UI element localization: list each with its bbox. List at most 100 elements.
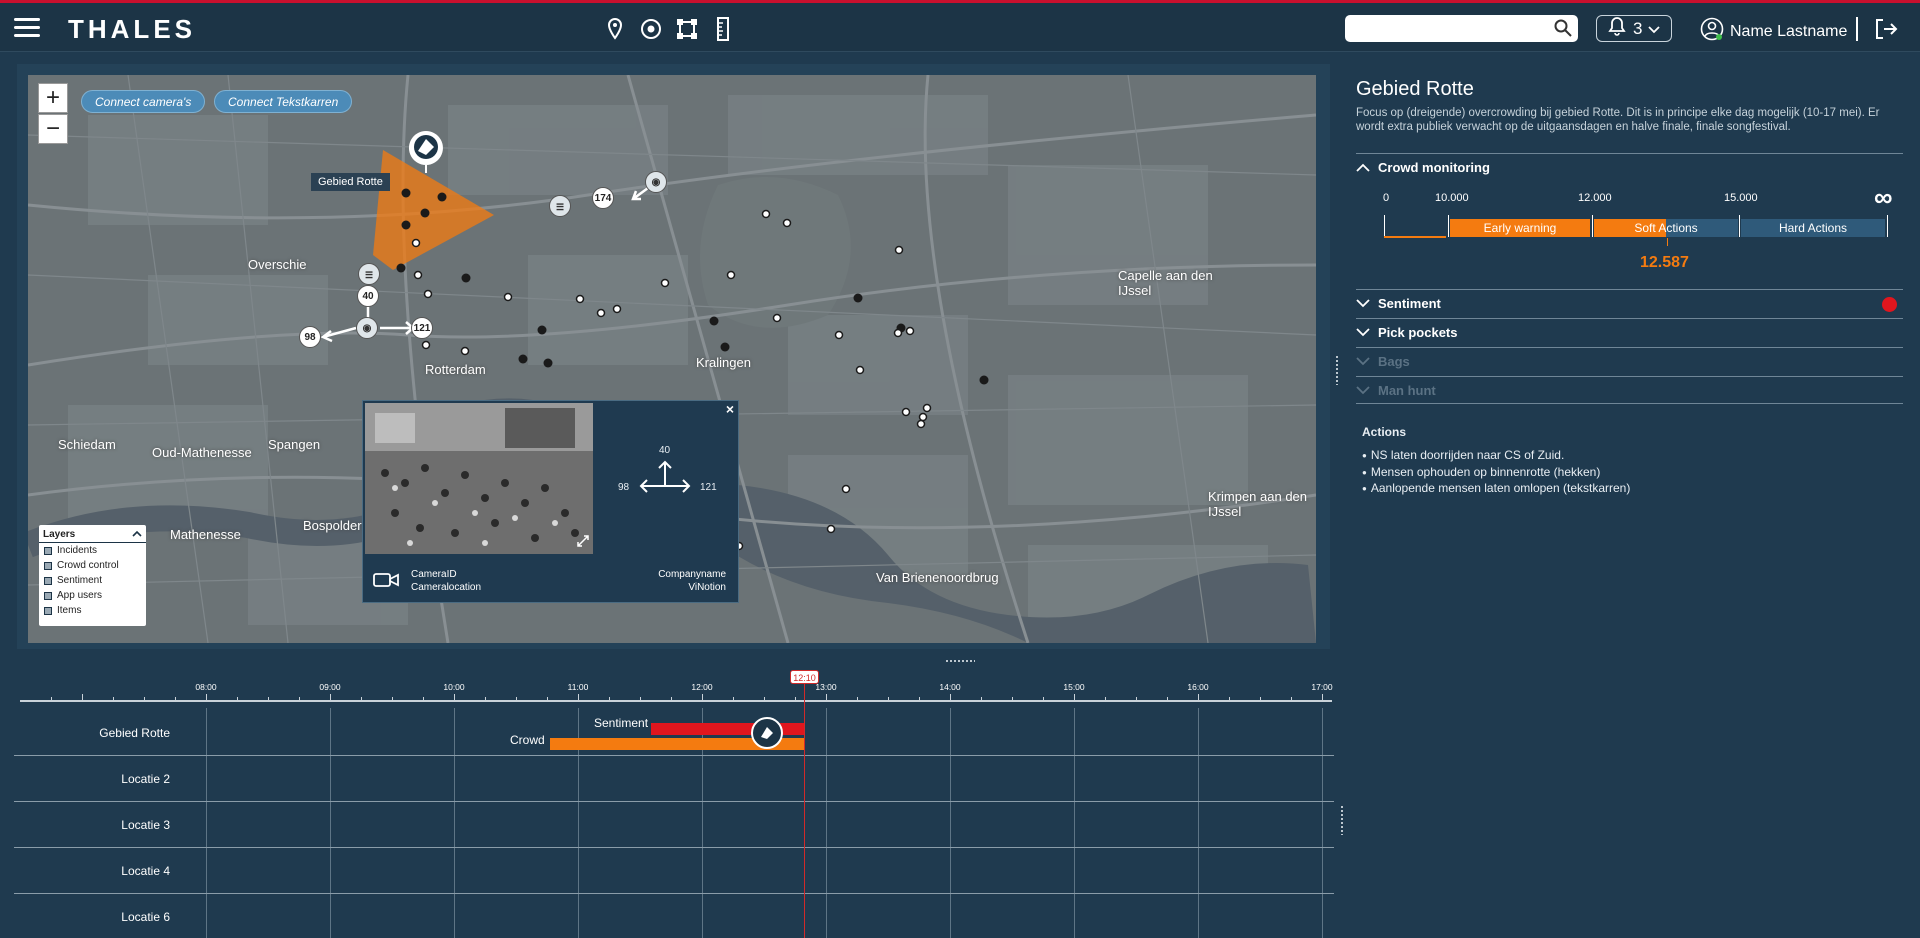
place-label: Kralingen	[696, 355, 751, 370]
section-pick-pockets[interactable]: Pick pockets	[1356, 318, 1903, 346]
user-avatar-icon	[1700, 17, 1724, 46]
section-label: Pick pockets	[1378, 325, 1458, 340]
company: ViNotion	[688, 582, 726, 593]
current-time-label: 12:10	[790, 670, 819, 684]
row-label: Locatie 4	[121, 864, 170, 878]
axis-tick	[268, 697, 269, 702]
place-label: Van Brienenoordbrug	[876, 570, 999, 585]
checkbox[interactable]	[44, 561, 52, 570]
checkbox[interactable]	[44, 546, 52, 555]
search-box	[1345, 15, 1578, 42]
axis-tick	[144, 697, 145, 702]
camera-location: Cameralocation	[411, 582, 482, 593]
section-sentiment[interactable]: Sentiment	[1356, 289, 1903, 317]
current-time-line	[804, 680, 805, 938]
camera-icon[interactable]: ◉	[356, 317, 378, 339]
layer-item-app-users[interactable]: App users	[39, 588, 146, 603]
hour-label: 13:00	[815, 682, 837, 692]
axis-tick	[795, 697, 796, 702]
gauge-segment-early-warning: Early warning	[1450, 219, 1590, 237]
connect-cameras-button[interactable]: Connect camera's	[81, 90, 206, 113]
gauge-tick: 15.000	[1724, 192, 1758, 204]
hour-label: 11:00	[567, 682, 589, 692]
chevron-down-icon	[1356, 357, 1370, 366]
search-icon[interactable]	[1554, 19, 1572, 42]
axis-tick	[578, 694, 579, 702]
camera-icon[interactable]: ◉	[645, 171, 667, 193]
logout-icon[interactable]	[1874, 18, 1898, 45]
checkbox[interactable]	[44, 576, 52, 585]
menu-icon[interactable]	[14, 18, 40, 38]
axis-tick	[206, 694, 207, 702]
target-icon[interactable]	[640, 17, 662, 41]
user-menu[interactable]: Name Lastname	[1700, 17, 1847, 46]
connect-textcarts-button[interactable]: Connect Tekstkarren	[214, 90, 353, 113]
map-toolbar	[604, 17, 734, 41]
gauge-tick: 10.000	[1435, 192, 1469, 204]
map-resize-handle[interactable]	[1335, 355, 1339, 385]
zoom-out-button[interactable]: −	[38, 114, 68, 144]
gauge-tick-line	[1592, 215, 1593, 237]
row-label: Gebied Rotte	[99, 726, 170, 740]
sentiment-status-dot	[1882, 297, 1897, 312]
area-select-icon[interactable]	[676, 17, 698, 41]
axis-tick	[981, 697, 982, 702]
axis-tick	[733, 697, 734, 702]
company-name: Companyname	[658, 569, 726, 580]
layer-item-crowd-control[interactable]: Crowd control	[39, 558, 146, 573]
axis-tick	[702, 694, 703, 702]
axis-tick	[919, 697, 920, 702]
map-pin-icon[interactable]	[604, 17, 626, 41]
axis-tick	[671, 697, 672, 702]
ruler-icon[interactable]	[712, 17, 734, 41]
count-west: 98	[618, 482, 630, 493]
zoom-in-button[interactable]: +	[38, 83, 68, 113]
axis-tick	[1012, 697, 1013, 702]
place-label: Rotterdam	[425, 362, 486, 377]
timeline-row[interactable]: Locatie 2	[14, 756, 1334, 802]
layer-item-sentiment[interactable]: Sentiment	[39, 573, 146, 588]
gauge-current-value: 12.587	[1640, 254, 1689, 271]
hour-label: 09:00	[319, 682, 341, 692]
layer-item-incidents[interactable]: Incidents	[39, 543, 146, 558]
info-title: Gebied Rotte	[1356, 78, 1474, 100]
axis-tick	[1136, 697, 1137, 702]
timeline-row[interactable]: Locatie 6	[14, 894, 1334, 938]
notifications-button[interactable]: 3	[1596, 15, 1672, 42]
axis-tick	[609, 697, 610, 702]
gauge-pointer	[1667, 238, 1668, 246]
text-cart-icon[interactable]: ☰	[549, 195, 571, 217]
axis-tick	[423, 697, 424, 702]
axis-tick	[1105, 697, 1106, 702]
video-camera-icon	[373, 571, 399, 592]
camera-popup: × 40 98 121 CameraID Cameralocation Comp…	[362, 400, 739, 603]
section-man-hunt[interactable]: Man hunt	[1356, 376, 1903, 404]
search-input[interactable]	[1353, 15, 1543, 40]
section-crowd-monitoring[interactable]: Crowd monitoring	[1356, 153, 1903, 181]
place-label: Overschie	[248, 257, 307, 272]
expand-icon[interactable]	[577, 534, 589, 552]
count-east: 121	[700, 482, 717, 493]
section-bags[interactable]: Bags	[1356, 347, 1903, 375]
chevron-down-icon	[1648, 19, 1661, 39]
timeline: 08:00 09:00 10:00 11:00 12:00 13:00 14:0…	[0, 660, 1340, 938]
camera-feed-image[interactable]	[365, 403, 593, 554]
area-marker-icon[interactable]	[751, 717, 783, 749]
checkbox[interactable]	[44, 606, 52, 615]
timeline-row[interactable]: Locatie 4	[14, 848, 1334, 894]
text-cart-icon[interactable]: ☰	[358, 263, 380, 285]
timeline-row[interactable]: Locatie 3	[14, 802, 1334, 848]
axis-tick	[1229, 697, 1230, 702]
hour-label: 15:00	[1063, 682, 1085, 692]
layer-item-items[interactable]: Items	[39, 603, 146, 618]
axis-tick	[454, 694, 455, 702]
gauge-axis-left	[1384, 215, 1385, 237]
checkbox[interactable]	[44, 591, 52, 600]
place-label: Capelle aan den IJssel	[1118, 268, 1213, 298]
bar-label: Sentiment	[594, 716, 649, 730]
close-icon[interactable]: ×	[726, 401, 734, 417]
map-view[interactable]: ◉ ◉ ☰ ☰ 40 98 121 174 Overschie Capelle …	[28, 75, 1316, 643]
layers-header[interactable]: Layers	[39, 525, 146, 543]
section-label: Bags	[1378, 354, 1410, 369]
hour-label: 10:00	[443, 682, 465, 692]
